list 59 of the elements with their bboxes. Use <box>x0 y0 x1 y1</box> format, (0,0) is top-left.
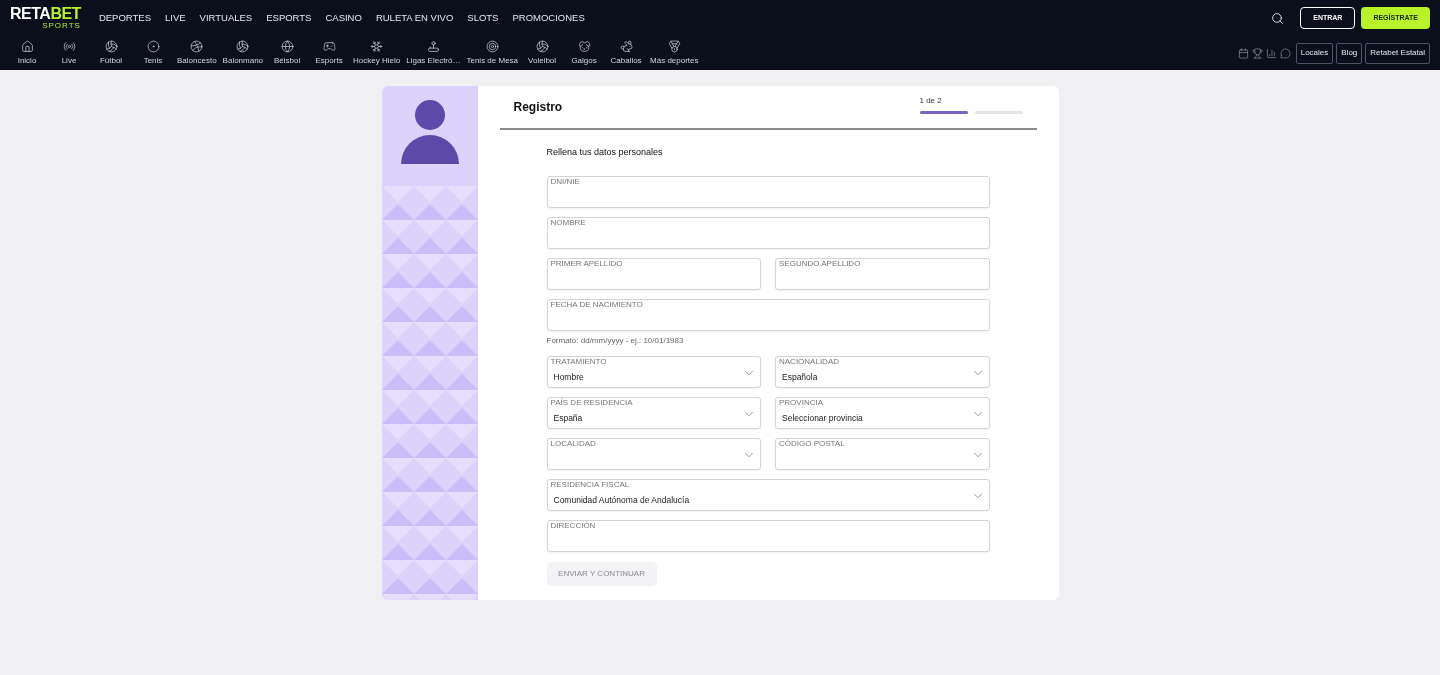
sport-nav-item[interactable]: Fútbol <box>90 39 132 67</box>
sport-nav-item[interactable]: Voleibol <box>521 39 564 67</box>
header-link[interactable]: Locales <box>1295 42 1334 64</box>
nav-link[interactable]: RULETA EN VIVO <box>375 10 454 26</box>
nav-link[interactable]: ESPORTS <box>266 10 312 26</box>
sport-nav-item[interactable]: Tenis <box>132 39 174 67</box>
chat-icon[interactable] <box>1279 47 1291 59</box>
select-field[interactable]: NACIONALIDAD Española <box>775 355 990 388</box>
select-field[interactable]: PROVINCIA Seleccionar provincia <box>775 396 990 429</box>
select-field[interactable]: RESIDENCIA FISCAL Comunidad Autónoma de Andalucía <box>546 478 990 511</box>
snowflake-icon <box>370 39 384 53</box>
nav-link[interactable]: PROMOCIONES <box>512 10 585 26</box>
sport-nav-item[interactable]: Balonmano <box>219 39 267 67</box>
sport-nav-item[interactable]: Live <box>48 39 90 67</box>
bar-chart-icon[interactable] <box>1265 47 1277 59</box>
sport-nav-item[interactable]: Béisbol <box>266 39 309 67</box>
select-field[interactable]: TRATAMIENTO Hombre <box>546 355 761 388</box>
joystick-icon <box>426 39 440 53</box>
sport-nav-item[interactable]: Ligas Electró… <box>403 39 464 67</box>
select-field[interactable]: PAÍS DE RESIDENCIA España <box>546 396 761 429</box>
nav-link[interactable]: DEPORTES <box>98 10 151 26</box>
form-title: Registro <box>513 99 563 116</box>
sport-nav-item[interactable]: Hockey Hielo <box>350 39 404 67</box>
nav-link[interactable]: VIRTUALES <box>199 10 253 26</box>
input-field[interactable]: NOMBRE <box>546 216 990 249</box>
search-icon[interactable] <box>1271 11 1285 25</box>
step-label: 1 de 2 <box>919 94 943 107</box>
input-field[interactable]: DIRECCIÓN <box>546 519 990 552</box>
sport-nav-item[interactable]: Inicio <box>6 39 48 67</box>
dog-icon <box>577 39 591 53</box>
form-subtitle: Rellena tus datos personales <box>546 146 664 159</box>
header-link[interactable]: Retabet Estatal <box>1365 42 1430 64</box>
person-silhouette-icon <box>400 100 459 166</box>
target-icon <box>485 39 499 53</box>
select-field[interactable]: LOCALIDAD <box>546 437 761 470</box>
header-link[interactable]: Blog <box>1336 42 1363 64</box>
medal-icon <box>667 39 681 53</box>
house-icon <box>20 39 34 53</box>
input-field[interactable]: DNI/NIE <box>546 175 990 208</box>
sport-nav-item[interactable]: Esports <box>308 39 351 67</box>
rabbit-icon <box>619 39 633 53</box>
sport-nav-item[interactable]: Galgos <box>563 39 606 67</box>
gamepad-icon <box>322 39 336 53</box>
nav-link[interactable]: CASINO <box>325 10 362 26</box>
sport-nav-item[interactable]: Baloncesto <box>174 39 220 67</box>
calendar-icon[interactable] <box>1237 47 1249 59</box>
radio-waves-icon <box>62 39 76 53</box>
field-hint: Formato: dd/mm/yyyy - ej.: 10/01/1983 <box>546 334 685 347</box>
select-field[interactable]: CÓDIGO POSTAL <box>775 437 990 470</box>
nav-link[interactable]: LIVE <box>164 10 186 26</box>
sport-nav-item[interactable]: Tenis de Mesa <box>463 39 522 67</box>
sport-nav-item[interactable]: Caballos <box>605 39 648 67</box>
input-field[interactable]: SEGUNDO APELLIDO <box>775 257 990 290</box>
nav-link[interactable]: SLOTS <box>467 10 499 26</box>
sport-nav-item[interactable]: Más deportes <box>647 39 702 67</box>
input-field[interactable]: PRIMER APELLIDO <box>546 257 761 290</box>
input-field[interactable]: FECHA DE NACIMIENTO <box>546 298 990 331</box>
logo[interactable]: RETABET SPORTS <box>10 6 81 30</box>
trophy-icon[interactable] <box>1251 47 1263 59</box>
